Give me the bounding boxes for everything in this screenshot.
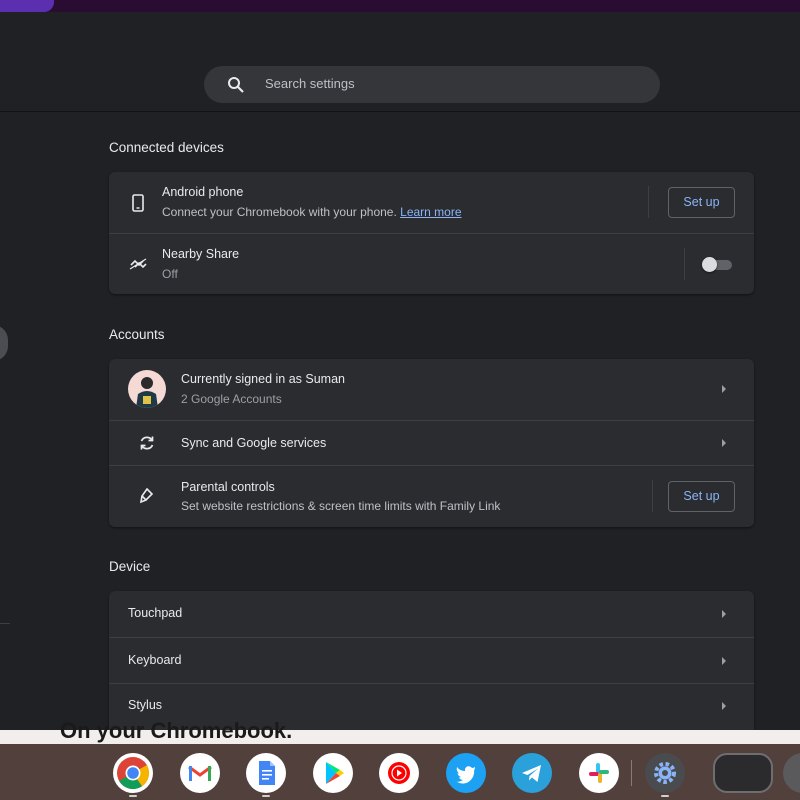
- play-store-icon[interactable]: [313, 753, 353, 793]
- signed-in-row[interactable]: Currently signed in as Suman 2 Google Ac…: [109, 359, 754, 420]
- sync-row[interactable]: Sync and Google services: [109, 420, 754, 465]
- sidebar-avatar[interactable]: [0, 325, 8, 361]
- settings-toolbar: Search settings: [0, 12, 800, 112]
- device-item-touchpad[interactable]: Touchpad: [109, 591, 754, 637]
- device-item-label: Stylus: [128, 698, 163, 712]
- row-separator: [648, 186, 649, 218]
- search-input[interactable]: Search settings: [265, 76, 355, 91]
- search-icon: [228, 77, 244, 93]
- slack-icon[interactable]: [579, 753, 619, 793]
- learn-more-link[interactable]: Learn more: [400, 205, 461, 219]
- running-indicator: [129, 795, 137, 797]
- android-phone-subtitle: Connect your Chromebook with your phone.…: [162, 205, 462, 219]
- overlay-caption: On your Chromebook.: [60, 718, 293, 743]
- avatar: [128, 370, 166, 408]
- android-setup-button[interactable]: Set up: [668, 187, 735, 218]
- section-title-connected-devices: Connected devices: [109, 140, 224, 155]
- parental-setup-button[interactable]: Set up: [668, 481, 735, 512]
- gmail-icon[interactable]: [180, 753, 220, 793]
- nearby-share-icon: [129, 258, 147, 270]
- parental-controls-icon: [139, 487, 154, 504]
- parental-controls-subtitle: Set website restrictions & screen time l…: [181, 499, 501, 513]
- android-phone-row[interactable]: Android phone Connect your Chromebook wi…: [109, 172, 754, 233]
- shelf-separator: [631, 760, 632, 786]
- search-box[interactable]: Search settings: [204, 66, 660, 103]
- settings-main: Connected devices Android phone Connect …: [0, 113, 800, 731]
- avatar-image: [136, 377, 158, 408]
- sync-icon: [140, 436, 154, 450]
- youtube-music-icon[interactable]: [379, 753, 419, 793]
- section-title-device: Device: [109, 559, 151, 574]
- accounts-card: Currently signed in as Suman 2 Google Ac…: [109, 359, 754, 527]
- connected-devices-card: Android phone Connect your Chromebook wi…: [109, 172, 754, 294]
- sidebar-divider: [0, 623, 10, 624]
- top-strip: [0, 0, 800, 12]
- settings-icon[interactable]: [645, 753, 685, 793]
- toggle-knob: [702, 257, 717, 272]
- phone-icon: [132, 194, 144, 212]
- device-card: Touchpad Keyboard Stylus: [109, 591, 754, 731]
- nearby-share-row[interactable]: Nearby Share Off: [109, 233, 754, 294]
- sync-title: Sync and Google services: [181, 436, 327, 450]
- twitter-icon[interactable]: [446, 753, 486, 793]
- chevron-right-icon: [722, 385, 726, 393]
- nearby-share-title: Nearby Share: [162, 247, 240, 261]
- device-item-label: Keyboard: [128, 653, 182, 667]
- window-preview[interactable]: [713, 753, 773, 793]
- telegram-icon[interactable]: [512, 753, 552, 793]
- signed-in-subtitle: 2 Google Accounts: [181, 392, 282, 406]
- android-phone-description: Connect your Chromebook with your phone.: [162, 205, 397, 219]
- parental-controls-row[interactable]: Parental controls Set website restrictio…: [109, 465, 754, 527]
- android-phone-title: Android phone: [162, 185, 244, 199]
- google-docs-icon[interactable]: [246, 753, 286, 793]
- section-title-accounts: Accounts: [109, 327, 165, 342]
- running-indicator: [262, 795, 270, 797]
- row-separator: [652, 480, 653, 512]
- device-item-label: Touchpad: [128, 606, 183, 620]
- top-strip-accent: [0, 0, 54, 12]
- chevron-right-icon: [722, 657, 726, 665]
- device-item-keyboard[interactable]: Keyboard: [109, 637, 754, 683]
- chevron-right-icon: [722, 610, 726, 618]
- row-separator: [684, 248, 685, 280]
- nearby-share-toggle[interactable]: [702, 257, 732, 272]
- chevron-right-icon: [722, 439, 726, 447]
- signed-in-title: Currently signed in as Suman: [181, 372, 345, 386]
- chevron-right-icon: [722, 702, 726, 710]
- chrome-icon[interactable]: [113, 753, 153, 793]
- running-indicator: [661, 795, 669, 797]
- parental-controls-title: Parental controls: [181, 480, 275, 494]
- nearby-share-status: Off: [162, 267, 178, 281]
